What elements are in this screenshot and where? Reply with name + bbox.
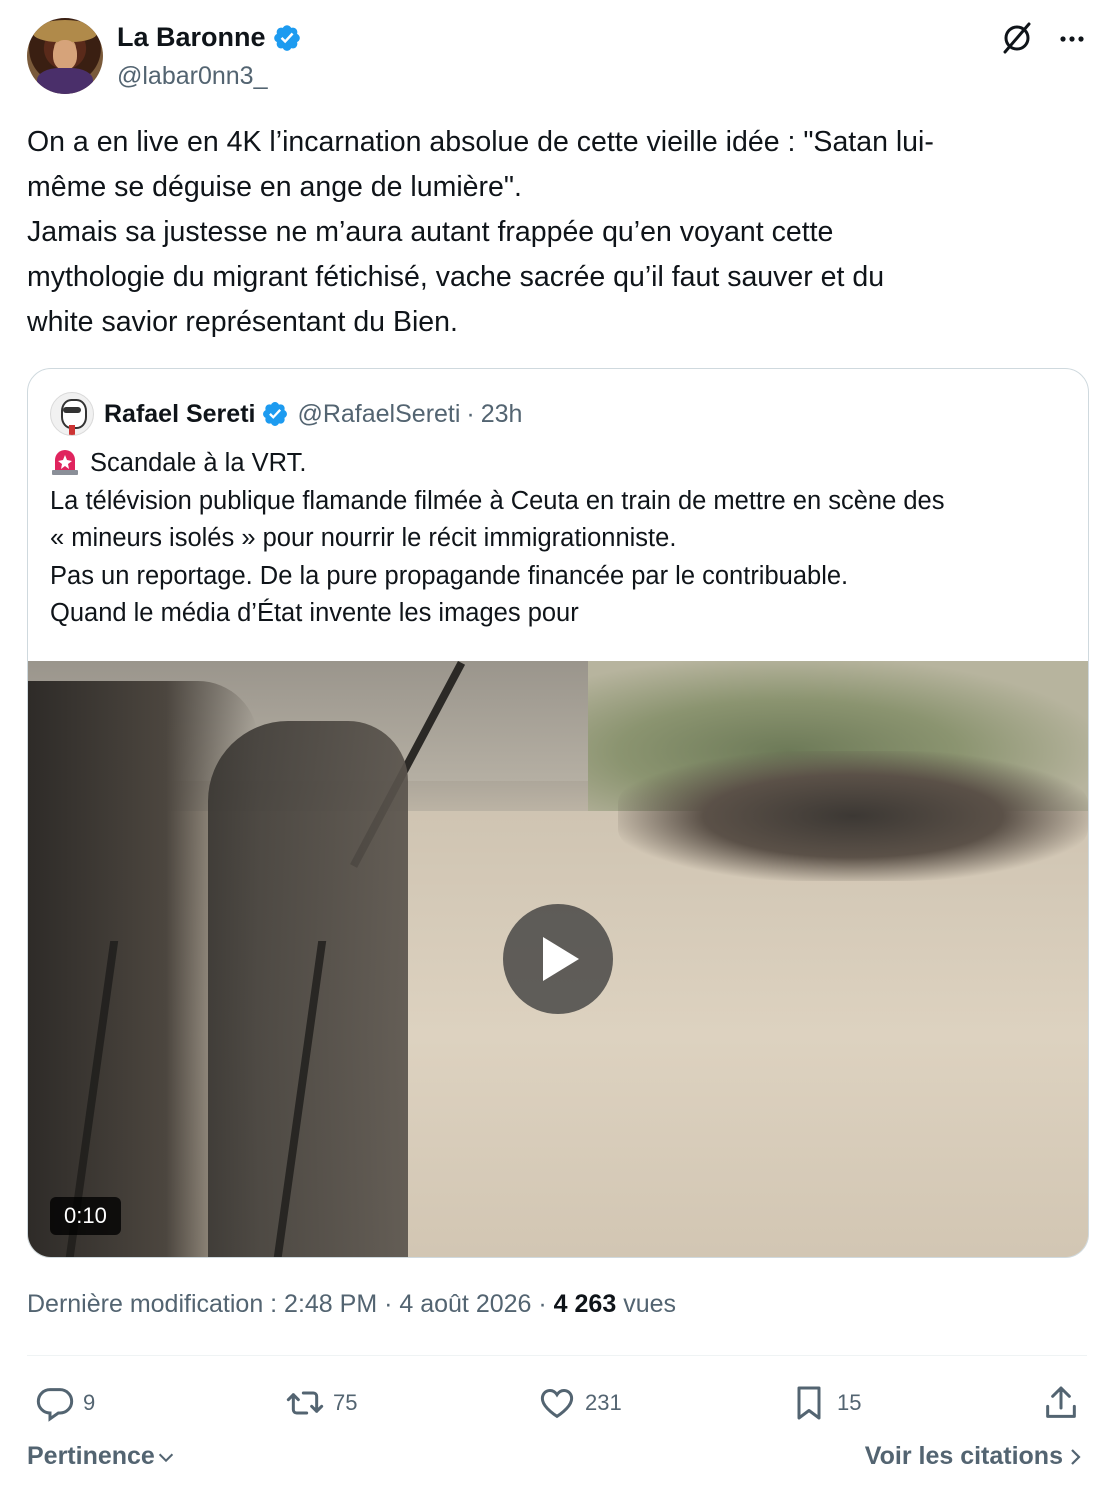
views-count: 4 263 [553, 1290, 617, 1318]
share-button[interactable] [1041, 1378, 1081, 1428]
tweet-header: La Baronne @labar0nn3_ [27, 18, 1087, 98]
video-player[interactable]: 0:10 [28, 661, 1088, 1257]
quoted-separator: · [466, 399, 475, 428]
like-icon [540, 1388, 574, 1419]
quoted-avatar[interactable] [50, 392, 94, 436]
author-handle[interactable]: @labar0nn3_ [117, 62, 268, 91]
more-icon[interactable] [1057, 24, 1087, 54]
view-quotes-label: Voir les citations [864, 1442, 1063, 1470]
verified-badge-icon [263, 402, 288, 426]
quoted-timestamp[interactable]: 23h [481, 400, 523, 429]
quoted-tweet[interactable]: Rafael Sereti @RafaelSereti · 23h Scanda… [27, 368, 1089, 1258]
divider [27, 1355, 1087, 1356]
play-icon [543, 937, 579, 981]
sort-label: Pertinence [27, 1442, 155, 1470]
quoted-text: Scandale à la VRT. La télévision publiqu… [50, 449, 945, 627]
video-duration: 0:10 [50, 1197, 121, 1235]
bookmark-count: 15 [837, 1390, 862, 1415]
reply-footer: Pertinence Voir les citations [27, 1442, 1087, 1482]
repost-icon [286, 1391, 324, 1415]
repost-count: 75 [333, 1390, 358, 1415]
like-count: 231 [585, 1390, 622, 1415]
play-button[interactable] [503, 904, 613, 1014]
view-quotes-link[interactable]: Voir les citations [865, 1442, 1087, 1471]
chevron-right-icon [1071, 1448, 1081, 1465]
repost-button[interactable]: 75 [285, 1378, 357, 1428]
quoted-display-name[interactable]: Rafael Sereti [104, 400, 255, 429]
chevron-down-icon [158, 1453, 173, 1462]
bookmark-icon [797, 1386, 821, 1420]
like-button[interactable]: 231 [537, 1378, 622, 1428]
author-display-name[interactable]: La Baronne [117, 22, 266, 53]
action-bar: 9 75 231 15 [27, 1378, 1087, 1428]
share-icon [1046, 1386, 1076, 1418]
grok-icon[interactable] [999, 20, 1035, 56]
author-avatar[interactable] [27, 18, 103, 94]
author-name-row: La Baronne [117, 22, 302, 53]
tweet-text: On a en live en 4K l’incarnation absolue… [27, 126, 934, 338]
bookmark-button[interactable]: 15 [789, 1378, 861, 1428]
tweet-meta: Dernière modification : 2:48 PM · 4 août… [27, 1290, 676, 1319]
reply-button[interactable]: 9 [35, 1378, 95, 1428]
verified-badge-icon[interactable] [272, 23, 302, 53]
edited-timestamp[interactable]: Dernière modification : 2:48 PM · 4 août… [27, 1290, 547, 1318]
quoted-text-block: Scandale à la VRT. La télévision publiqu… [50, 445, 1070, 633]
siren-icon [52, 450, 78, 475]
reply-icon [36, 1388, 74, 1422]
sort-dropdown[interactable]: Pertinence [27, 1442, 177, 1471]
views-label: vues [623, 1290, 676, 1318]
reply-count: 9 [83, 1390, 96, 1415]
quoted-header: Rafael Sereti @RafaelSereti · 23h [50, 392, 523, 436]
quoted-handle: @RafaelSereti [297, 399, 461, 428]
